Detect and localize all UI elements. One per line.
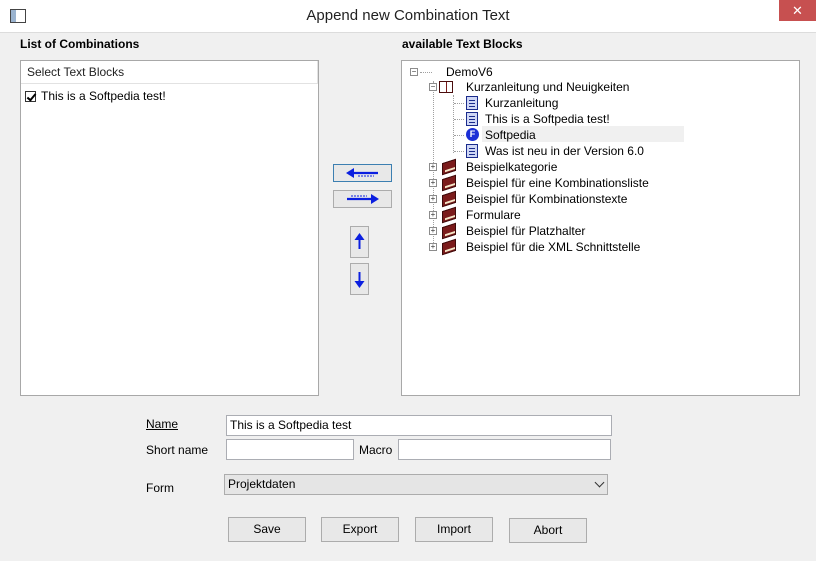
abort-button[interactable]: Abort [509,518,587,543]
text-block-icon [466,112,478,126]
list-column-header[interactable]: Select Text Blocks [21,61,318,84]
book-icon [442,158,456,176]
item-checkbox[interactable] [25,90,36,102]
arrow-up-icon [354,233,365,249]
list-of-combinations-label: List of Combinations [20,37,140,51]
window-title: Append new Combination Text [306,7,510,24]
name-input[interactable]: This is a Softpedia test [226,415,612,436]
macro-label: Macro [359,443,393,457]
export-button[interactable]: Export [321,517,399,542]
tree-line [454,135,464,136]
list-item[interactable]: This is a Softpedia test! [25,88,166,104]
expand-icon[interactable]: + [429,243,437,251]
tree-line [454,103,464,104]
add-to-combination-button[interactable] [333,164,392,182]
chevron-down-icon [594,477,605,488]
book-icon [442,190,456,208]
close-button[interactable]: ✕ [779,0,816,21]
collapse-icon[interactable]: − [410,68,418,76]
form-select[interactable]: Projektdaten [224,474,608,495]
form-label: Form [146,481,174,495]
short-name-input[interactable] [226,439,354,460]
book-icon [442,238,456,256]
save-button[interactable]: Save [228,517,306,542]
move-down-button[interactable] [350,263,369,295]
book-icon [442,222,456,240]
book-icon [442,174,456,192]
open-book-icon [439,81,453,93]
book-icon [442,206,456,224]
arrow-right-icon [347,194,379,204]
expand-icon[interactable]: + [429,227,437,235]
text-block-icon [466,96,478,110]
remove-from-combination-button[interactable] [333,190,392,208]
name-label: Name [146,417,179,431]
title-bar: Append new Combination Text ✕ [0,0,816,33]
expand-icon[interactable]: + [429,163,437,171]
combinations-list[interactable]: Select Text Blocks This is a Softpedia t… [20,60,319,396]
move-up-button[interactable] [350,226,369,258]
import-button[interactable]: Import [415,517,493,542]
text-blocks-tree[interactable]: − DemoV6 − Kurzanleitung und Neuigkeiten… [401,60,800,396]
available-text-blocks-label: available Text Blocks [402,37,523,51]
arrow-down-icon [354,272,365,288]
collapse-icon[interactable]: − [429,83,437,91]
f-block-icon: F [466,128,479,141]
form-select-value: Projektdaten [228,477,296,491]
macro-input[interactable] [398,439,611,460]
expand-icon[interactable]: + [429,195,437,203]
tree-line [454,119,464,120]
short-name-label: Short name [146,443,209,457]
tree-line [420,72,432,73]
arrow-left-icon [346,168,378,178]
tree-line [454,151,464,152]
list-item-label: This is a Softpedia test! [41,89,166,103]
expand-icon[interactable]: + [429,211,437,219]
text-block-icon [466,144,478,158]
expand-icon[interactable]: + [429,179,437,187]
